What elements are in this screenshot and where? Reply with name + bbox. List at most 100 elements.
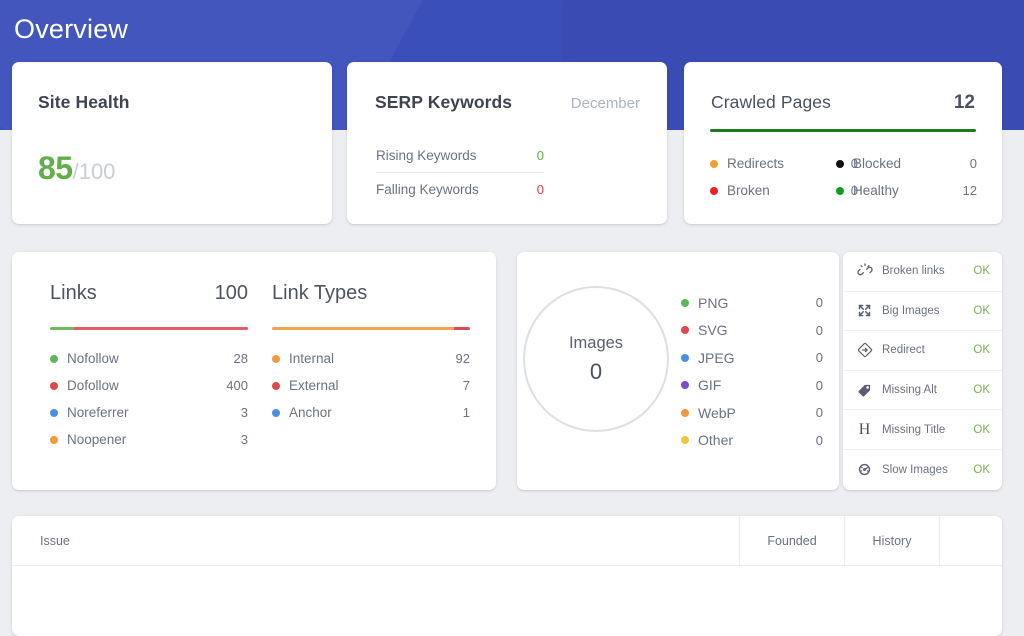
images-stat-png-label: PNG <box>698 294 729 311</box>
link-types-stat-internal: Internal 92 <box>272 345 470 372</box>
site-health-score-denominator: /100 <box>72 159 116 184</box>
checklist-row-redirect-status: OK <box>973 344 990 357</box>
speedometer-icon <box>856 461 873 478</box>
links-stat-dofollow: Dofollow 400 <box>50 372 248 399</box>
link-types-stat-anchor-label: Anchor <box>289 405 332 420</box>
links-stat-dofollow-value: 400 <box>226 378 248 393</box>
links-section: Links 100 Nofollow 28 Dofollow 400 Noref… <box>50 282 248 453</box>
nofollow-dot-icon <box>50 354 58 363</box>
links-bar <box>50 327 248 330</box>
links-stat-nofollow-value: 28 <box>233 351 248 366</box>
images-stat-gif-label: GIF <box>698 377 722 394</box>
link-types-stat-external-label: External <box>289 378 339 393</box>
broken-link-icon <box>856 263 873 280</box>
links-stat-noreferrer-value: 3 <box>240 405 248 420</box>
checklist-row-missing-title[interactable]: H Missing Title OK <box>843 410 1002 450</box>
checklist-row-broken-links-label: Broken links <box>882 265 945 278</box>
images-stat-other: Other 0 <box>681 427 823 455</box>
checklist-row-missing-title-label: Missing Title <box>882 423 946 436</box>
anchor-dot-icon <box>272 408 280 417</box>
links-title: Links <box>50 282 97 304</box>
images-stat-svg: SVG 0 <box>681 317 823 345</box>
images-stat-other-label: Other <box>698 432 734 449</box>
link-types-stat-internal-label: Internal <box>289 351 335 366</box>
blocked-dot-icon <box>836 159 844 168</box>
gif-dot-icon <box>681 381 689 390</box>
serp-row-rising: Rising Keywords 0 <box>376 148 544 163</box>
serp-keywords-period[interactable]: December <box>571 95 640 112</box>
checklist-row-missing-alt[interactable]: Missing Alt OK <box>843 371 1002 411</box>
crawled-stat-broken-label: Broken <box>727 183 770 198</box>
broken-dot-icon <box>710 186 718 195</box>
link-types-header: Link Types <box>272 282 470 305</box>
images-stat-svg-label: SVG <box>698 322 728 339</box>
serp-keywords-title: SERP Keywords <box>375 92 513 112</box>
images-donut-chart: Images 0 <box>523 286 669 432</box>
issues-table-header-row: Issue Founded History <box>12 516 1002 565</box>
checklist-row-big-images[interactable]: Big Images OK <box>843 292 1002 332</box>
links-stat-noopener: Noopener 3 <box>50 426 248 453</box>
links-stat-nofollow-label: Nofollow <box>67 351 119 366</box>
noopener-dot-icon <box>50 435 58 444</box>
link-types-stat-external: External 7 <box>272 372 470 399</box>
links-stat-nofollow: Nofollow 28 <box>50 345 248 372</box>
crawled-pages-bar <box>710 129 976 132</box>
link-types-stat-list: Internal 92 External 7 Anchor 1 <box>272 345 470 426</box>
crawled-stat-healthy-label: Healthy <box>853 183 899 198</box>
crawled-stat-blocked-label: Blocked <box>853 156 902 171</box>
crawled-stat-blocked-value: 0 <box>969 156 977 171</box>
links-stat-dofollow-label: Dofollow <box>67 378 119 393</box>
site-health-score: 85/100 <box>38 150 115 187</box>
internal-dot-icon <box>272 354 280 363</box>
checklist-row-redirect[interactable]: Redirect OK <box>843 331 1002 371</box>
images-stat-jpeg: JPEG 0 <box>681 344 823 372</box>
checklist-row-missing-title-status: OK <box>973 423 990 436</box>
link-types-bar-segment-external <box>454 327 470 330</box>
checklist-row-broken-links-status: OK <box>973 265 990 278</box>
links-stat-list: Nofollow 28 Dofollow 400 Noreferrer 3 No… <box>50 345 248 453</box>
other-dot-icon <box>681 436 689 445</box>
link-types-title: Link Types <box>272 282 368 304</box>
images-stat-gif: GIF 0 <box>681 372 823 400</box>
issues-table-col-history[interactable]: History <box>845 516 940 565</box>
external-dot-icon <box>272 381 280 390</box>
links-stat-noopener-value: 3 <box>240 432 248 447</box>
page-title: Overview <box>14 14 129 44</box>
links-bar-segment-nofollow <box>50 327 74 330</box>
serp-row-falling-label: Falling Keywords <box>376 182 479 197</box>
images-stat-webp-label: WebP <box>698 404 736 421</box>
links-total: 100 <box>214 282 248 304</box>
images-donut-label: Images <box>568 333 624 352</box>
png-dot-icon <box>681 298 689 307</box>
checklist-row-big-images-status: OK <box>973 304 990 317</box>
issues-table-col-founded[interactable]: Founded <box>740 516 845 565</box>
images-stat-jpeg-value: 0 <box>815 350 823 366</box>
issues-table-col-issue[interactable]: Issue <box>12 516 740 565</box>
link-types-stat-internal-value: 92 <box>455 351 470 366</box>
link-types-bar <box>272 327 470 330</box>
expand-arrows-icon <box>856 302 873 319</box>
links-card: Links 100 Nofollow 28 Dofollow 400 Noref… <box>12 252 496 490</box>
issues-checklist-card: Broken links OK Big Images OK Redirect O… <box>843 252 1002 490</box>
link-types-stat-anchor: Anchor 1 <box>272 399 470 426</box>
images-stat-jpeg-label: JPEG <box>698 349 735 366</box>
checklist-row-redirect-label: Redirect <box>882 344 925 357</box>
checklist-row-broken-links[interactable]: Broken links OK <box>843 252 1002 292</box>
serp-row-rising-label: Rising Keywords <box>376 148 477 163</box>
checklist-row-missing-alt-status: OK <box>973 384 990 397</box>
checklist-row-missing-alt-label: Missing Alt <box>882 384 937 397</box>
crawled-pages-title: Crawled Pages <box>711 92 831 112</box>
crawled-stat-healthy: Healthy 12 <box>836 177 977 204</box>
link-types-stat-external-value: 7 <box>462 378 470 393</box>
serp-row-divider <box>376 172 544 173</box>
noreferrer-dot-icon <box>50 408 58 417</box>
link-types-section: Link Types Internal 92 External 7 Anchor… <box>272 282 470 426</box>
serp-row-falling: Falling Keywords 0 <box>376 182 544 197</box>
svg-dot-icon <box>681 326 689 335</box>
checklist-row-slow-images-label: Slow Images <box>882 463 948 476</box>
images-donut-value: 0 <box>589 358 603 384</box>
images-legend: PNG 0 SVG 0 JPEG 0 GIF 0 WebP 0 Other 0 <box>681 289 823 454</box>
checklist-row-slow-images[interactable]: Slow Images OK <box>843 450 1002 490</box>
crawled-stat-blocked: Blocked 0 <box>836 150 977 177</box>
serp-row-falling-value: 0 <box>536 182 544 197</box>
